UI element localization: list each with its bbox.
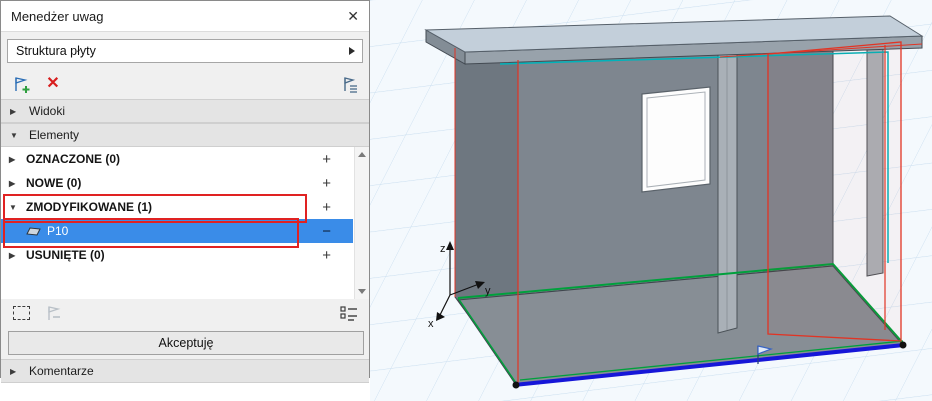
edge-handle-left[interactable]: [512, 381, 520, 389]
flag-plus-icon: [15, 77, 30, 93]
list-row-p10[interactable]: P10 −: [1, 219, 353, 243]
viewport-3d[interactable]: z y x: [370, 0, 932, 401]
elements-list: ▶ OZNACZONE (0) + ▶ NOWE (0) + ▼ ZMODYFI…: [1, 147, 369, 299]
chevron-right-icon[interactable]: ▶: [9, 179, 20, 188]
row-label: P10: [47, 224, 69, 238]
expander-icon-views[interactable]: ▶: [10, 107, 20, 116]
flag-arrow-icon: [48, 306, 61, 320]
section-komentarze-label: Komentarze: [29, 364, 94, 378]
x-mark-icon: ✕: [46, 75, 60, 92]
remove-icon[interactable]: −: [322, 224, 331, 239]
dashed-rectangle-icon: [12, 306, 30, 320]
archicad-markup-window: z y x Menedżer uwag ✕ Struktura płyty ✕ …: [0, 0, 932, 401]
accept-button[interactable]: Akceptuję: [8, 331, 364, 355]
checklist-icon: [339, 305, 357, 321]
list-scrollbar[interactable]: [354, 147, 369, 299]
close-icon[interactable]: ✕: [347, 9, 359, 23]
model-window: [641, 86, 711, 193]
panel-title: Menedżer uwag: [11, 8, 104, 24]
list-options-button[interactable]: [337, 302, 361, 324]
viewport-canvas[interactable]: z y x: [370, 0, 932, 401]
panel-titlebar: Menedżer uwag ✕: [1, 1, 369, 32]
section-elementy-label: Elementy: [29, 128, 80, 142]
chevron-right-icon[interactable]: ▶: [9, 251, 20, 260]
markup-manager-panel: Menedżer uwag ✕ Struktura płyty ✕ ▶ Wido…: [0, 0, 370, 383]
list-row-usuniete[interactable]: ▶ USUNIĘTE (0) +: [1, 243, 353, 267]
delete-markup-button[interactable]: ✕: [41, 73, 65, 95]
row-label: NOWE (0): [26, 176, 82, 190]
list-row-nowe[interactable]: ▶ NOWE (0) +: [1, 171, 353, 195]
chevron-right-icon[interactable]: ▶: [9, 155, 20, 164]
add-icon[interactable]: +: [322, 176, 331, 191]
markup-toolbar: ✕: [1, 69, 369, 99]
markup-report-button[interactable]: [337, 73, 361, 95]
list-row-zmodyfikowane[interactable]: ▼ ZMODYFIKOWANE (1) +: [1, 195, 353, 219]
axis-label-z: z: [440, 243, 446, 255]
axis-label-y: y: [485, 285, 491, 297]
scroll-up-icon[interactable]: [358, 152, 366, 157]
scheme-dropdown-value: Struktura płyty: [16, 44, 96, 58]
slab-icon: [26, 226, 41, 236]
marquee-select-button[interactable]: [9, 302, 33, 324]
modified-outline-red-box: [767, 41, 902, 342]
add-markup-button[interactable]: [9, 73, 33, 95]
axis-label-x: x: [428, 318, 434, 330]
row-label: USUNIĘTE (0): [26, 248, 105, 262]
section-elementy[interactable]: ▼ Elementy: [1, 123, 369, 147]
scheme-dropdown[interactable]: Struktura płyty: [7, 39, 363, 63]
section-komentarze[interactable]: ▶ Komentarze: [1, 359, 369, 383]
add-icon[interactable]: +: [322, 248, 331, 263]
row-label: ZMODYFIKOWANE (1): [26, 200, 152, 214]
edge-handle-right[interactable]: [899, 341, 907, 349]
apply-markup-button-disabled[interactable]: [41, 302, 65, 324]
add-icon[interactable]: +: [322, 200, 331, 215]
scroll-down-icon[interactable]: [358, 289, 366, 294]
expander-icon-elements[interactable]: ▼: [10, 131, 20, 140]
expander-icon-comments[interactable]: ▶: [10, 367, 20, 376]
row-label: OZNACZONE (0): [26, 152, 120, 166]
list-row-oznaczone[interactable]: ▶ OZNACZONE (0) +: [1, 147, 353, 171]
section-widoki-label: Widoki: [29, 104, 66, 118]
flag-list-icon: [344, 77, 357, 93]
chevron-down-icon[interactable]: ▼: [9, 203, 20, 212]
add-icon[interactable]: +: [322, 152, 331, 167]
section-widoki[interactable]: ▶ Widoki: [1, 99, 369, 123]
bottom-toolbar: [1, 299, 369, 327]
dropdown-arrow-icon[interactable]: [349, 47, 355, 55]
